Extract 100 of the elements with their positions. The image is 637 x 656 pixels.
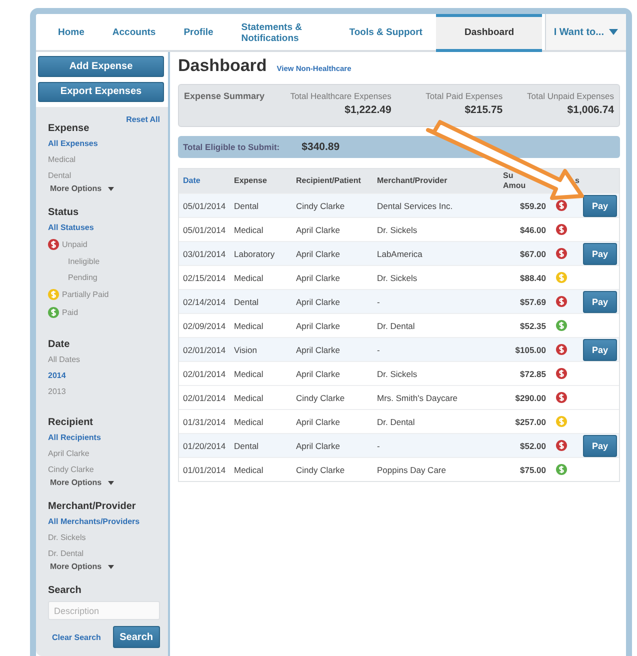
sidebar-button[interactable]: Export Expenses [38, 82, 164, 102]
filter-item[interactable]: Partially Paid [48, 289, 160, 300]
nav-tab[interactable]: Tools & Support [335, 14, 436, 52]
table-cell-text: Medical [234, 416, 264, 426]
filter-item[interactable]: Dr. Sickels [48, 533, 160, 542]
more-options-link[interactable]: More Options [50, 562, 160, 571]
pay-button[interactable]: Pay [583, 338, 617, 360]
table-cell-text: April Clarke [296, 320, 341, 330]
filter-item[interactable]: All Merchants/Providers [48, 517, 160, 526]
table-cell-text: Dental Services Inc. [377, 200, 454, 210]
table-cell-text: 02/01/2014 [182, 344, 227, 354]
table-cell-text: $72.85 [519, 368, 546, 378]
pay-button[interactable]: Pay [583, 194, 617, 216]
nav-tab[interactable]: Accounts [98, 14, 170, 52]
caret-icon [609, 29, 618, 35]
column-header[interactable]: Date [179, 176, 234, 186]
table-cell-text: April Clarke [296, 272, 341, 282]
table-cell-text: Medical [234, 464, 264, 474]
table-cell-text: 02/01/2014 [182, 368, 227, 378]
section-title: Date [48, 339, 71, 350]
pay-button[interactable]: Pay [583, 434, 617, 456]
table-cell-text: $75.00 [519, 464, 546, 474]
table-cell-text: $46.00 [519, 224, 546, 234]
filter-item[interactable]: All Statuses [48, 223, 160, 232]
nav-tab[interactable]: Profile [170, 14, 228, 52]
more-options-link[interactable]: More Options [50, 184, 160, 193]
table-cell-text: $257.00 [514, 416, 546, 426]
filter-item[interactable]: Paid [48, 307, 160, 318]
table-cell-text: Laboratory [234, 248, 276, 258]
table-cell-text: Medical [234, 320, 264, 330]
table-cell-text: Vision [234, 344, 258, 354]
filter-item[interactable]: Dental [48, 171, 160, 180]
table-cell-text: Poppins Day Care [377, 464, 447, 474]
nav-tab[interactable]: Home [44, 14, 98, 52]
total-value: $1,222.49 [344, 104, 392, 116]
table-cell-text: Mrs. Smith's Daycare [377, 392, 458, 402]
filter-item[interactable]: April Clarke [48, 449, 160, 458]
sidebar-button[interactable]: Add Expense [38, 56, 164, 76]
table-cell-text: 02/14/2014 [182, 296, 227, 306]
pay-button[interactable]: Pay [583, 290, 617, 312]
filter-item[interactable]: Unpaid [48, 239, 160, 250]
nav-tab[interactable]: Statements & Notifications [227, 14, 336, 52]
clear-search-link[interactable]: Clear Search [52, 632, 101, 642]
filter-item[interactable]: Cindy Clarke [48, 465, 160, 474]
table-cell-text: - [377, 440, 381, 450]
table-cell-text: Dr. Sickels [377, 272, 418, 282]
page-title: Dashboard [178, 56, 267, 76]
table-cell-text: - [377, 344, 381, 354]
total-label: Total Healthcare Expenses [290, 91, 392, 101]
total-label: Total Unpaid Expenses [527, 91, 614, 101]
table-cell-text: April Clarke [296, 416, 341, 426]
search-button[interactable]: Search [112, 626, 160, 648]
filter-item[interactable]: Dr. Dental [48, 549, 160, 558]
table-cell-text: Cindy Clarke [296, 200, 346, 210]
table-cell-text: Dr. Sickels [377, 224, 418, 234]
nav-tab[interactable]: Dashboard [436, 14, 542, 52]
table-cell-text: Dental [234, 440, 260, 450]
eligible-value: $340.89 [302, 141, 340, 153]
column-header: Recipient/Patient [296, 176, 362, 186]
caret-icon [108, 186, 114, 190]
table-cell-text: Cindy Clarke [296, 464, 346, 474]
table-cell-text: Dental [234, 296, 260, 306]
search-field[interactable]: Description [48, 601, 160, 620]
pay-button[interactable]: Pay [583, 242, 617, 264]
filter-item[interactable]: 2013 [48, 387, 160, 396]
filter-item[interactable]: All Dates [48, 355, 160, 364]
table-cell-text: 05/01/2014 [182, 224, 227, 234]
table-cell-text: Cindy Clarke [296, 392, 346, 402]
column-header: Expense [234, 176, 268, 186]
summary-label: Expense Summary [184, 91, 266, 103]
section-title: Merchant/Provider [48, 501, 137, 512]
filter-item[interactable]: All Expenses [48, 139, 160, 148]
table-cell-text: $59.20 [519, 200, 546, 210]
table-cell-text: April Clarke [296, 344, 341, 354]
filter-item[interactable]: Pending [68, 273, 160, 282]
table-cell-text: $290.00 [514, 392, 546, 402]
table-cell-text: 05/01/2014 [182, 200, 227, 210]
section-title: Expense [48, 123, 90, 134]
table-cell-text: April Clarke [296, 296, 341, 306]
want-menu[interactable]: I Want to... [544, 14, 626, 50]
total-label: Total Paid Expenses [426, 91, 503, 101]
more-options-link[interactable]: More Options [50, 478, 160, 487]
table-cell-text: April Clarke [296, 368, 341, 378]
table-cell-text: $105.00 [514, 344, 546, 354]
filter-item[interactable]: All Recipients [48, 433, 160, 442]
table-cell-text: 01/01/2014 [182, 464, 227, 474]
caret-icon [108, 480, 114, 484]
filter-item[interactable]: Ineligible [68, 257, 160, 266]
table-cell-text: 02/15/2014 [182, 272, 227, 282]
filter-item[interactable]: Medical [48, 155, 160, 164]
table-cell-text: $88.40 [519, 272, 546, 282]
total-value: $215.75 [464, 104, 503, 116]
table-cell-text: Dr. Dental [377, 320, 416, 330]
column-header: Merchant/Provider [377, 176, 448, 186]
filter-item[interactable]: 2014 [48, 371, 160, 380]
reset-link[interactable]: Reset All [126, 115, 160, 124]
table-cell-text: Dr. Dental [377, 416, 416, 426]
table-cell-text: Medical [234, 392, 264, 402]
caret-icon [108, 564, 114, 568]
table-cell-text: April Clarke [296, 440, 341, 450]
